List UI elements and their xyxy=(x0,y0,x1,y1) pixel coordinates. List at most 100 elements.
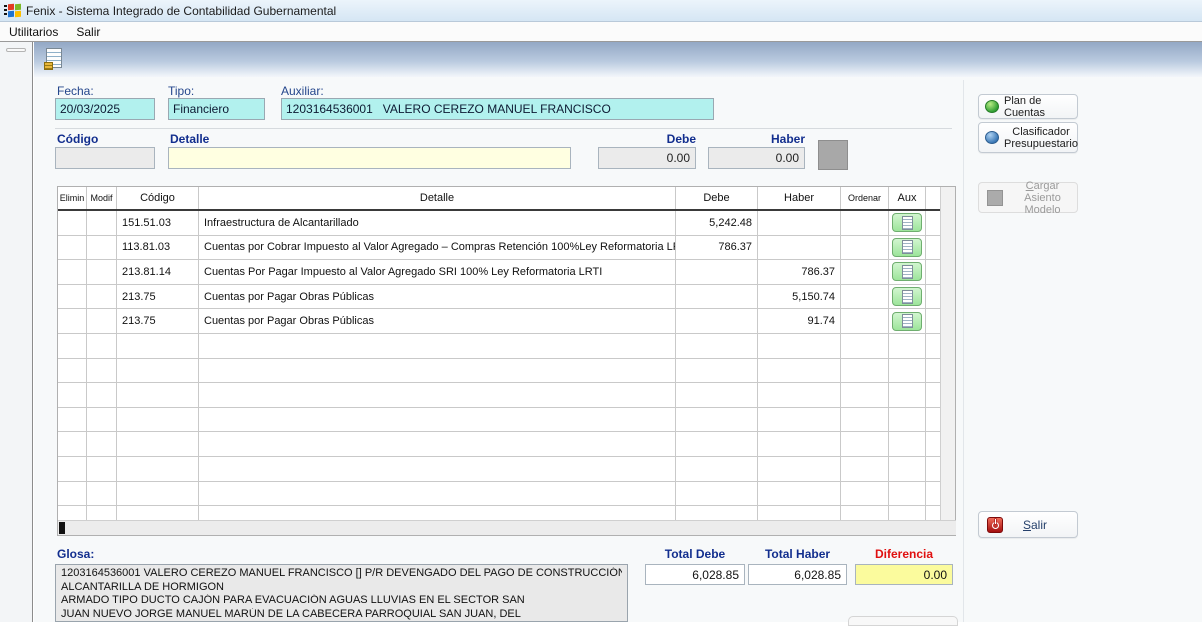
detalle-input[interactable] xyxy=(168,147,571,169)
table-row[interactable]: 151.51.03Infraestructura de Alcantarilla… xyxy=(58,211,941,236)
cell-modif[interactable] xyxy=(87,236,117,261)
cell-elimin[interactable] xyxy=(58,359,87,384)
table-header-row: Elimin Modif Código Detalle Debe Haber O… xyxy=(58,187,941,211)
auxiliar-input[interactable]: 1203164536001 VALERO CEREZO MANUEL FRANC… xyxy=(281,98,714,120)
cell-modif[interactable] xyxy=(87,432,117,457)
table-row[interactable]: 213.75Cuentas por Pagar Obras Públicas5,… xyxy=(58,285,941,310)
cell-modif[interactable] xyxy=(87,457,117,482)
cell-modif[interactable] xyxy=(87,482,117,507)
header-ordenar[interactable]: Ordenar xyxy=(841,187,889,209)
table-row[interactable] xyxy=(58,457,941,482)
menu-salir[interactable]: Salir xyxy=(67,23,109,41)
total-haber-label: Total Haber xyxy=(748,547,847,561)
total-debe-field: 6,028.85 xyxy=(645,564,745,585)
cell-debe xyxy=(676,457,758,482)
cell-detalle xyxy=(199,482,676,507)
cell-elimin[interactable] xyxy=(58,457,87,482)
table-row[interactable] xyxy=(58,432,941,457)
table-row[interactable] xyxy=(58,482,941,507)
cell-codigo xyxy=(117,457,199,482)
cell-debe: 5,242.48 xyxy=(676,211,758,236)
haber-input[interactable]: 0.00 xyxy=(708,147,805,169)
entry-action-button[interactable] xyxy=(818,140,848,170)
menu-utilitarios[interactable]: Utilitarios xyxy=(0,23,67,41)
gray-square-icon xyxy=(987,190,1003,206)
table-row[interactable]: 213.81.14Cuentas Por Pagar Impuesto al V… xyxy=(58,260,941,285)
table-row[interactable] xyxy=(58,334,941,359)
fecha-input[interactable]: 20/03/2025 xyxy=(55,98,155,120)
vertical-scrollbar[interactable] xyxy=(940,187,955,520)
cell-debe xyxy=(676,408,758,433)
cell-aux xyxy=(889,211,926,236)
panel-divider xyxy=(963,80,964,622)
aux-button[interactable] xyxy=(892,287,922,306)
separator-line xyxy=(55,128,952,129)
partially-visible-button[interactable] xyxy=(848,616,958,626)
cell-detalle: Cuentas por Pagar Obras Públicas xyxy=(199,285,676,310)
table-row[interactable] xyxy=(58,383,941,408)
tipo-input[interactable]: Financiero xyxy=(168,98,265,120)
clasificador-presupuestario-button[interactable]: Clasificador Presupuestario xyxy=(978,122,1078,153)
cell-elimin[interactable] xyxy=(58,236,87,261)
power-icon xyxy=(987,517,1003,533)
cell-modif[interactable] xyxy=(87,285,117,310)
debe-input[interactable]: 0.00 xyxy=(598,147,696,169)
cell-elimin[interactable] xyxy=(58,383,87,408)
cell-debe xyxy=(676,359,758,384)
header-haber[interactable]: Haber xyxy=(758,187,841,209)
plan-de-cuentas-button[interactable]: Plan de Cuentas xyxy=(978,94,1078,119)
panel-grip-handle[interactable] xyxy=(6,48,26,52)
cell-elimin[interactable] xyxy=(58,482,87,507)
cell-haber: 91.74 xyxy=(758,309,841,334)
cell-detalle xyxy=(199,383,676,408)
toolbar xyxy=(34,42,1202,77)
cell-aux xyxy=(889,309,926,334)
cell-ordenar xyxy=(841,432,889,457)
cell-codigo xyxy=(117,334,199,359)
cell-detalle: Infraestructura de Alcantarillado xyxy=(199,211,676,236)
cell-modif[interactable] xyxy=(87,408,117,433)
aux-button[interactable] xyxy=(892,262,922,281)
cargar-asiento-modelo-button[interactable]: Cargar Asiento Modelo xyxy=(978,182,1078,213)
cell-modif[interactable] xyxy=(87,309,117,334)
cell-modif[interactable] xyxy=(87,260,117,285)
horizontal-scrollbar-thumb[interactable] xyxy=(59,522,65,534)
cell-modif[interactable] xyxy=(87,334,117,359)
horizontal-scrollbar[interactable] xyxy=(58,520,956,535)
cell-modif[interactable] xyxy=(87,211,117,236)
cell-elimin[interactable] xyxy=(58,260,87,285)
table-row[interactable]: 113.81.03Cuentas por Cobrar Impuesto al … xyxy=(58,236,941,261)
cell-elimin[interactable] xyxy=(58,408,87,433)
header-modif[interactable]: Modif xyxy=(87,187,117,209)
aux-button[interactable] xyxy=(892,312,922,331)
glosa-label: Glosa: xyxy=(57,547,94,561)
cell-modif[interactable] xyxy=(87,383,117,408)
table-row[interactable]: 213.75Cuentas por Pagar Obras Públicas91… xyxy=(58,309,941,334)
header-debe[interactable]: Debe xyxy=(676,187,758,209)
cell-modif[interactable] xyxy=(87,359,117,384)
header-elimin[interactable]: Elimin xyxy=(58,187,87,209)
glosa-line: 1203164536001 VALERO CEREZO MANUEL FRANC… xyxy=(61,567,622,581)
cell-elimin[interactable] xyxy=(58,334,87,359)
header-detalle[interactable]: Detalle xyxy=(199,187,676,209)
salir-button[interactable]: Salir xyxy=(978,511,1078,538)
header-codigo[interactable]: Código xyxy=(117,187,199,209)
aux-button[interactable] xyxy=(892,238,922,257)
new-entry-document-icon[interactable] xyxy=(46,48,62,68)
cell-elimin[interactable] xyxy=(58,285,87,310)
cell-aux xyxy=(889,383,926,408)
cell-elimin[interactable] xyxy=(58,432,87,457)
cell-elimin[interactable] xyxy=(58,309,87,334)
table-row[interactable] xyxy=(58,408,941,433)
codigo-input[interactable] xyxy=(55,147,155,169)
glosa-textarea[interactable]: 1203164536001 VALERO CEREZO MANUEL FRANC… xyxy=(55,564,628,622)
cell-elimin[interactable] xyxy=(58,211,87,236)
cell-pad xyxy=(926,383,941,408)
table-row[interactable] xyxy=(58,359,941,384)
cell-ordenar xyxy=(841,482,889,507)
cell-codigo xyxy=(117,432,199,457)
aux-button[interactable] xyxy=(892,213,922,232)
cell-haber: 5,150.74 xyxy=(758,285,841,310)
header-aux[interactable]: Aux xyxy=(889,187,926,209)
cell-detalle xyxy=(199,359,676,384)
